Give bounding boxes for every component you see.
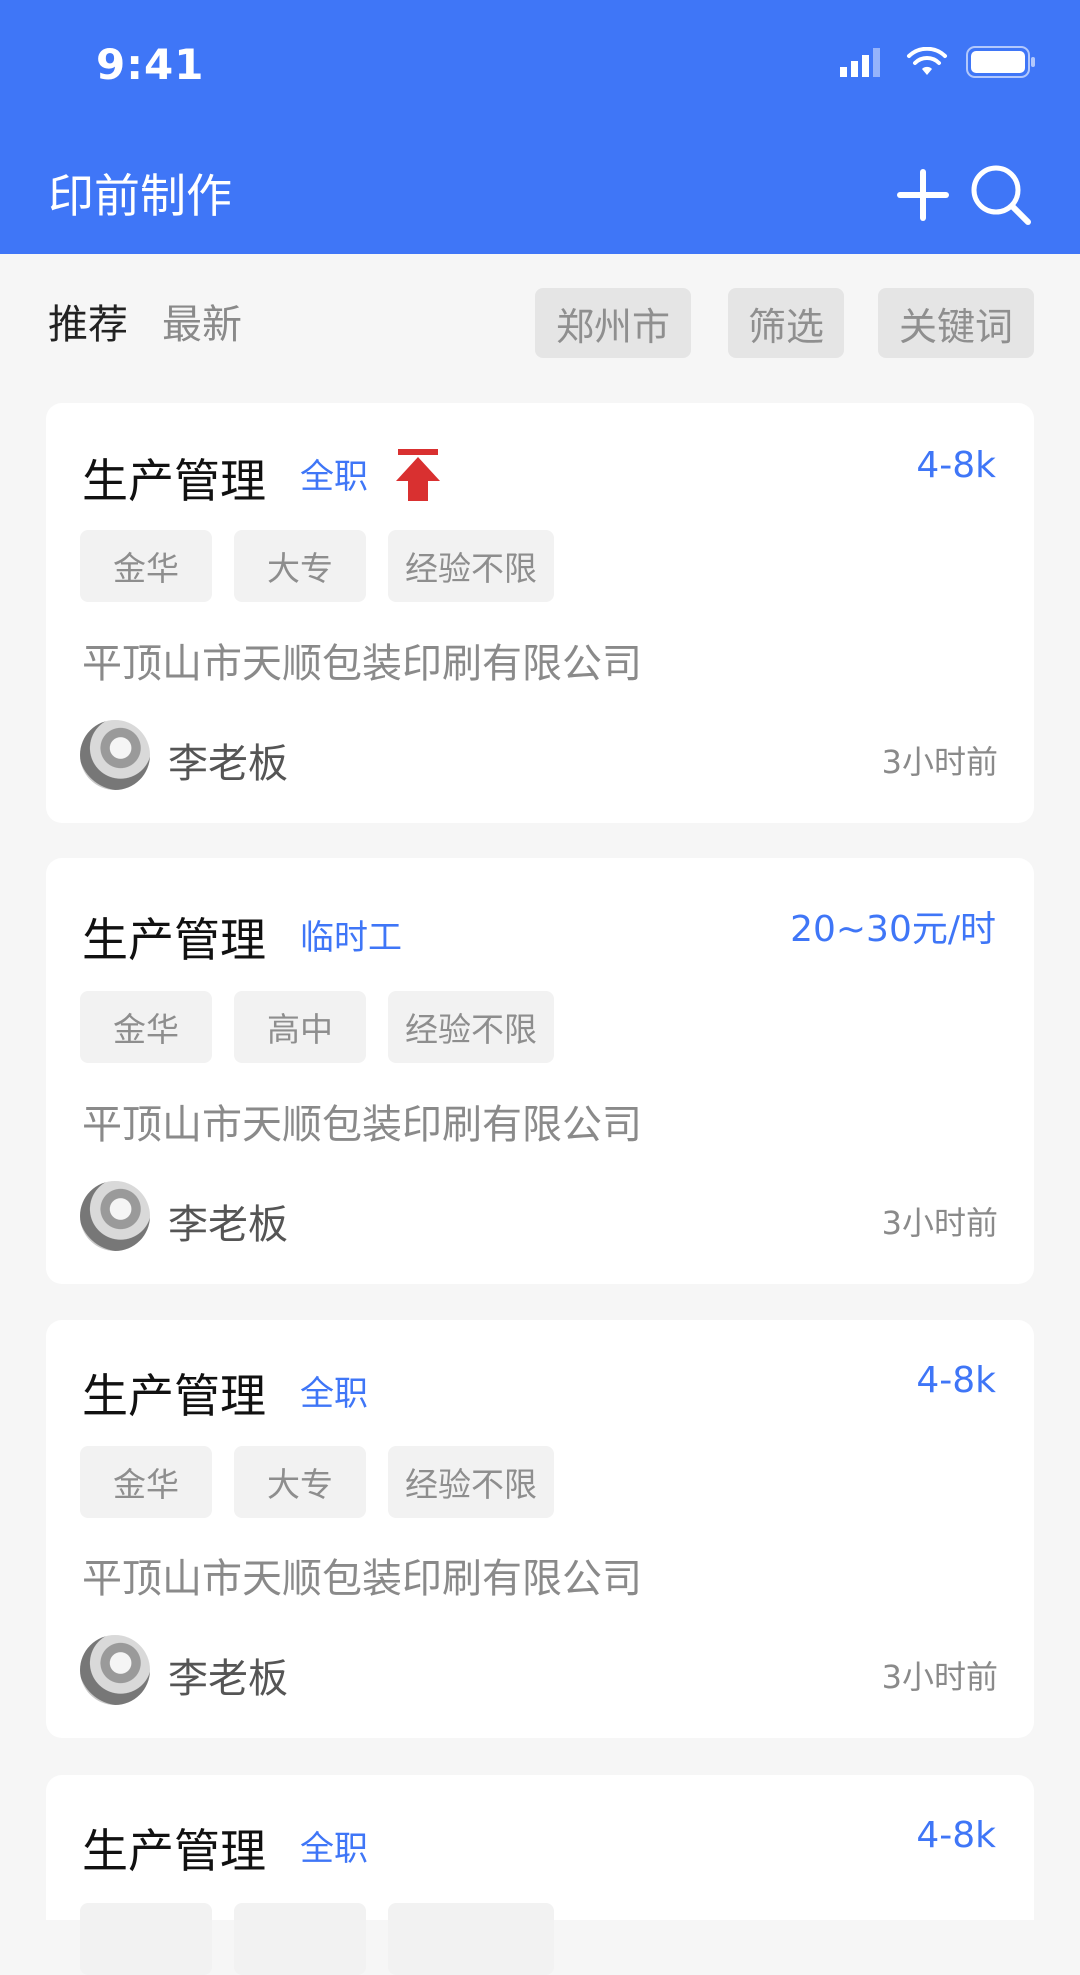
status-icons	[840, 46, 1038, 78]
job-card[interactable]: 生产管理 全职 4-8k 金华 大专 经验不限 平顶山市天顺包装印刷有限公司 李…	[46, 403, 1034, 823]
job-title: 生产管理	[82, 1369, 266, 1423]
job-card[interactable]: 生产管理 全职 4-8k 金华 大专 经验不限 平顶山市天顺包装印刷有限公司 李…	[46, 1320, 1034, 1738]
tag-experience: 经验不限	[388, 1446, 554, 1518]
filter-button[interactable]: 筛选	[728, 288, 844, 358]
post-time: 3小时前	[881, 1658, 998, 1696]
battery-icon	[966, 46, 1035, 78]
job-type: 临时工	[300, 918, 402, 958]
job-title: 生产管理	[82, 1824, 266, 1878]
tag-location: 金华	[80, 1446, 212, 1518]
job-salary: 4-8k	[916, 1815, 996, 1856]
tab-recommended[interactable]: 推荐	[48, 292, 128, 350]
company-name: 平顶山市天顺包装印刷有限公司	[82, 641, 642, 687]
job-card[interactable]: 生产管理 全职 4-8k	[46, 1775, 1034, 1975]
avatar	[80, 1181, 150, 1251]
job-type: 全职	[300, 1374, 368, 1414]
city-filter-button[interactable]: 郑州市	[535, 288, 691, 358]
job-tags	[80, 1903, 554, 1975]
pin-top-icon	[396, 449, 440, 501]
boss-name: 李老板	[168, 1656, 288, 1702]
tag-experience	[388, 1903, 554, 1975]
job-tags: 金华 大专 经验不限	[80, 1446, 554, 1518]
tab-latest[interactable]: 最新	[162, 292, 242, 350]
job-title: 生产管理	[82, 913, 266, 967]
tag-location	[80, 1903, 212, 1975]
tag-education: 高中	[234, 991, 366, 1063]
tag-experience: 经验不限	[388, 991, 554, 1063]
post-time: 3小时前	[881, 1204, 998, 1242]
job-salary: 4-8k	[916, 445, 996, 486]
tag-location: 金华	[80, 991, 212, 1063]
job-salary: 20~30元/时	[790, 909, 996, 950]
company-name: 平顶山市天顺包装印刷有限公司	[82, 1102, 642, 1148]
job-type: 全职	[300, 457, 368, 497]
job-title: 生产管理	[82, 454, 266, 508]
job-card[interactable]: 生产管理 临时工 20~30元/时 金华 高中 经验不限 平顶山市天顺包装印刷有…	[46, 858, 1034, 1284]
tag-experience: 经验不限	[388, 530, 554, 602]
wifi-icon	[907, 47, 947, 75]
tag-education: 大专	[234, 530, 366, 602]
job-salary: 4-8k	[916, 1360, 996, 1401]
job-tags: 金华 大专 经验不限	[80, 530, 554, 602]
tag-location: 金华	[80, 530, 212, 602]
page-title: 印前制作	[48, 169, 232, 223]
plus-icon[interactable]	[890, 162, 956, 228]
filter-bar: 推荐 最新 郑州市 筛选 关键词	[0, 254, 1080, 386]
tag-education	[234, 1903, 366, 1975]
tag-education: 大专	[234, 1446, 366, 1518]
company-name: 平顶山市天顺包装印刷有限公司	[82, 1556, 642, 1602]
boss-name: 李老板	[168, 741, 288, 787]
search-icon[interactable]	[968, 162, 1034, 228]
signal-icon	[840, 48, 880, 77]
keyword-button[interactable]: 关键词	[878, 288, 1034, 358]
post-time: 3小时前	[881, 743, 998, 781]
status-time: 9:41	[96, 40, 205, 89]
app-header: 9:41 印前制作	[0, 0, 1080, 254]
avatar	[80, 1635, 150, 1705]
avatar	[80, 720, 150, 790]
job-type: 全职	[300, 1829, 368, 1869]
boss-name: 李老板	[168, 1202, 288, 1248]
job-tags: 金华 高中 经验不限	[80, 991, 554, 1063]
